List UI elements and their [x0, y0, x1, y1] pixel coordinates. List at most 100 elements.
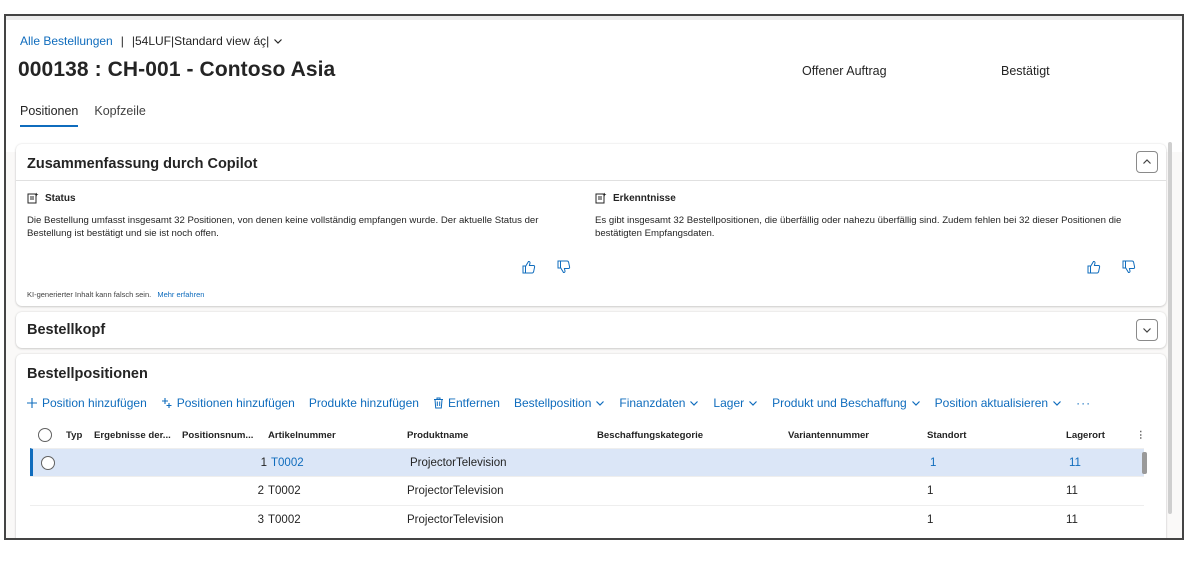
cell-line-number: 2: [257, 485, 264, 497]
status-confirmed: Bestätigt: [1001, 64, 1050, 78]
divider: [16, 180, 1166, 181]
thumbs-up-icon[interactable]: [521, 260, 536, 274]
view-name: |54LUF|Standard view áç|: [131, 34, 270, 48]
col-header-product-name[interactable]: Produktname: [407, 422, 468, 448]
finance-menu[interactable]: Finanzdaten: [619, 396, 699, 410]
thumbs-down-icon[interactable]: [1121, 260, 1136, 274]
tab-positionen[interactable]: Positionen: [20, 104, 79, 127]
order-header-card: Bestellkopf: [16, 312, 1166, 348]
page-header: Alle Bestellungen | |54LUF|Standard view…: [6, 20, 1182, 152]
table-row[interactable]: 1 T0002 ProjectorTelevision 1 11: [30, 448, 1147, 477]
tab-bar: Positionen Kopfzeile: [20, 104, 146, 127]
tab-kopfzeile[interactable]: Kopfzeile: [94, 104, 145, 127]
order-lines-toolbar: Position hinzufügen Positionen hinzufüge…: [26, 396, 1105, 410]
thumbs-up-icon[interactable]: [1086, 260, 1101, 274]
status-heading-text: Status: [45, 192, 76, 204]
insights-section-heading: Erkenntnisse: [595, 192, 676, 204]
cell-warehouse[interactable]: 11: [1069, 449, 1081, 477]
col-header-site[interactable]: Standort: [927, 422, 966, 448]
breadcrumb-link-all-orders[interactable]: Alle Bestellungen: [20, 34, 113, 48]
cell-site: 1: [927, 514, 934, 526]
cell-item-number: T0002: [268, 485, 301, 497]
view-selector[interactable]: |54LUF|Standard view áç|: [132, 34, 283, 48]
collapse-copilot-button[interactable]: [1136, 151, 1158, 173]
order-lines-card: Bestellpositionen Position hinzufügen Po…: [16, 354, 1166, 538]
grid-scrollbar-thumb[interactable]: [1142, 452, 1147, 474]
add-products-button[interactable]: Produkte hinzufügen: [309, 396, 419, 410]
chevron-down-icon: [749, 401, 758, 406]
product-menu-label: Produkt und Beschaffung: [772, 396, 907, 410]
order-lines-grid: Typ Ergebnisse der... Positionsnum... Ar…: [30, 422, 1147, 534]
chevron-down-icon: [274, 39, 283, 44]
update-menu-label: Position aktualisieren: [934, 396, 1049, 410]
warehouse-menu-label: Lager: [713, 396, 745, 410]
col-header-line-number[interactable]: Positionsnum...: [182, 422, 253, 448]
column-options-icon[interactable]: ⋮: [1136, 422, 1146, 448]
expand-order-header-button[interactable]: [1136, 319, 1158, 341]
col-header-warehouse[interactable]: Lagerort: [1066, 422, 1105, 448]
add-line-button[interactable]: Position hinzufügen: [26, 396, 147, 410]
delete-icon: [433, 397, 443, 409]
table-row[interactable]: 3 T0002 ProjectorTelevision 1 11: [30, 505, 1144, 534]
cell-warehouse: 11: [1066, 514, 1078, 526]
copilot-summary-card: Zusammenfassung durch Copilot Status Die…: [16, 144, 1166, 306]
cell-item-number[interactable]: T0002: [271, 449, 304, 477]
insights-summary-text: Es gibt insgesamt 32 Bestellpositionen, …: [595, 215, 1122, 239]
chevron-up-icon: [1143, 159, 1151, 164]
remove-label: Entfernen: [447, 396, 500, 410]
cell-line-number: 1: [260, 457, 267, 469]
cell-line-number: 3: [257, 514, 264, 526]
select-all-radio[interactable]: [38, 422, 52, 448]
cell-site[interactable]: 1: [930, 449, 936, 477]
status-summary-text: Die Bestellung umfasst insgesamt 32 Posi…: [27, 215, 539, 239]
thumbs-down-icon[interactable]: [556, 260, 571, 274]
warehouse-menu[interactable]: Lager: [713, 396, 758, 410]
status-open-order: Offener Auftrag: [802, 64, 887, 78]
copilot-note-icon: [595, 192, 607, 204]
table-row[interactable]: 2 T0002 ProjectorTelevision 1 11: [30, 476, 1144, 505]
col-header-type[interactable]: Typ: [66, 422, 82, 448]
add-lines-button[interactable]: Positionen hinzufügen: [161, 396, 295, 410]
add-line-label: Position hinzufügen: [42, 396, 147, 410]
line-menu[interactable]: Bestellposition: [514, 396, 605, 410]
col-header-variant-number[interactable]: Variantennummer: [788, 422, 869, 448]
status-feedback: [521, 260, 571, 274]
cell-warehouse: 11: [1066, 485, 1078, 497]
cell-site: 1: [927, 485, 934, 497]
order-header-title: Bestellkopf: [27, 322, 106, 338]
remove-button[interactable]: Entfernen: [433, 396, 500, 410]
breadcrumb-separator: |: [120, 34, 124, 48]
copilot-summary-title: Zusammenfassung durch Copilot: [27, 156, 258, 172]
more-icon[interactable]: ···: [1076, 396, 1091, 410]
line-menu-label: Bestellposition: [513, 396, 592, 410]
chevron-down-icon: [596, 401, 605, 406]
add-icon: [27, 398, 37, 408]
col-header-procurement-category[interactable]: Beschaffungskategorie: [597, 422, 703, 448]
col-header-item-number[interactable]: Artikelnummer: [268, 422, 336, 448]
learn-more-link[interactable]: Mehr erfahren: [157, 290, 204, 299]
row-select-radio[interactable]: [41, 449, 55, 477]
chevron-down-icon: [690, 401, 699, 406]
copilot-note-icon: [27, 192, 39, 204]
col-header-results[interactable]: Ergebnisse der...: [94, 422, 171, 448]
cell-product-name: ProjectorTelevision: [407, 514, 504, 526]
cell-product-name: ProjectorTelevision: [407, 485, 504, 497]
finance-menu-label: Finanzdaten: [619, 396, 686, 410]
update-line-menu[interactable]: Position aktualisieren: [935, 396, 1062, 410]
page-title: 000138 : CH-001 - Contoso Asia: [18, 58, 336, 81]
insights-feedback: [1086, 260, 1136, 274]
cell-item-number: T0002: [268, 514, 301, 526]
status-section-heading: Status: [27, 192, 76, 204]
add-multiple-icon: [161, 398, 172, 408]
page-scrollbar[interactable]: [1168, 142, 1172, 514]
cell-product-name: ProjectorTelevision: [410, 457, 507, 469]
ai-disclaimer-text: KI-generierter Inhalt kann falsch sein.: [27, 290, 152, 299]
radio-icon: [41, 456, 55, 470]
app-window: Alle Bestellungen | |54LUF|Standard view…: [4, 14, 1184, 540]
product-procurement-menu[interactable]: Produkt und Beschaffung: [772, 396, 921, 410]
grid-header: Typ Ergebnisse der... Positionsnum... Ar…: [30, 422, 1146, 448]
chevron-down-icon: [911, 401, 920, 406]
radio-icon: [38, 428, 52, 442]
chevron-down-icon: [1053, 401, 1062, 406]
order-lines-title: Bestellpositionen: [27, 366, 148, 382]
